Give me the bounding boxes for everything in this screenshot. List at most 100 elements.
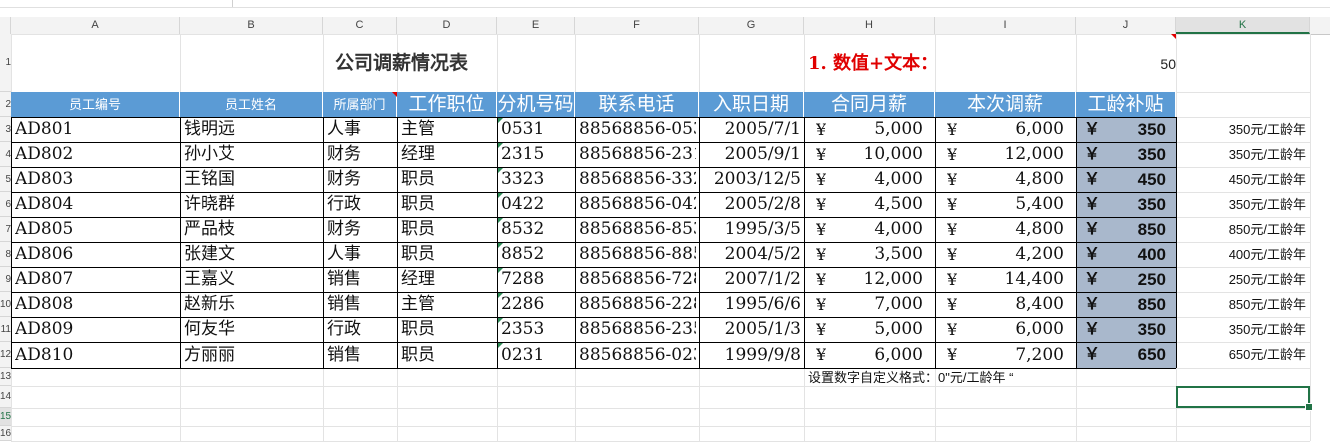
bonus-format-cell[interactable]: 400元/工龄年	[1176, 242, 1308, 267]
column-header-j[interactable]: J	[1076, 17, 1176, 34]
hire-date-cell[interactable]: 1999/9/8	[703, 342, 801, 368]
employee-id-cell[interactable]: AD805	[15, 217, 177, 242]
adjusted-salary-cell[interactable]: 4,200	[965, 242, 1064, 267]
seniority-bonus-cell[interactable]: 350	[1106, 317, 1166, 342]
contract-salary-cell[interactable]: 3,500	[834, 242, 923, 267]
row-header-11[interactable]: 11	[0, 317, 11, 342]
employee-name-cell[interactable]: 钱明远	[184, 117, 320, 142]
employee-name-cell[interactable]: 何友华	[184, 317, 320, 342]
extension-cell[interactable]: 2286	[501, 292, 572, 317]
header-cell[interactable]: 员工编号	[11, 92, 180, 117]
row-header-5[interactable]: 5	[0, 167, 11, 192]
phone-cell[interactable]: 88568856-235	[579, 317, 696, 342]
hire-date-cell[interactable]: 2007/1/2	[703, 267, 801, 292]
position-cell[interactable]: 职员	[401, 217, 494, 242]
row-header-1[interactable]: 1	[0, 34, 11, 92]
hire-date-cell[interactable]: 2005/2/8	[703, 192, 801, 217]
column-header-d[interactable]: D	[397, 17, 497, 34]
contract-salary-cell[interactable]: 7,000	[834, 292, 923, 317]
position-cell[interactable]: 经理	[401, 142, 494, 167]
contract-salary-cell[interactable]: 5,000	[834, 117, 923, 142]
header-cell[interactable]: 工作职位	[397, 92, 497, 117]
cell-j2-value[interactable]: 50	[1076, 34, 1176, 91]
bonus-format-cell[interactable]: 250元/工龄年	[1176, 267, 1308, 292]
header-cell[interactable]: 工龄补贴	[1076, 92, 1176, 117]
phone-cell[interactable]: 88568856-053	[579, 117, 696, 142]
adjusted-salary-cell[interactable]: 7,200	[965, 342, 1064, 368]
header-cell[interactable]: 联系电话	[575, 92, 699, 117]
row-header-10[interactable]: 10	[0, 292, 11, 317]
phone-cell[interactable]: 88568856-228	[579, 292, 696, 317]
custom-format-note[interactable]: 设置数字自定义格式：0"元/工龄年 “	[808, 369, 1013, 387]
row-header-8[interactable]: 8	[0, 242, 11, 267]
header-cell[interactable]: 分机号码	[497, 92, 575, 117]
contract-salary-cell[interactable]: 4,000	[834, 167, 923, 192]
seniority-bonus-cell[interactable]: 350	[1106, 117, 1166, 142]
phone-cell[interactable]: 88568856-332	[579, 167, 696, 192]
row-header-7[interactable]: 7	[0, 217, 11, 242]
adjusted-salary-cell[interactable]: 4,800	[965, 217, 1064, 242]
employee-id-cell[interactable]: AD803	[15, 167, 177, 192]
fill-handle[interactable]	[1305, 403, 1313, 411]
department-cell[interactable]: 财务	[327, 167, 394, 192]
bonus-format-cell[interactable]: 450元/工龄年	[1176, 167, 1308, 192]
department-cell[interactable]: 销售	[327, 267, 394, 292]
employee-id-cell[interactable]: AD809	[15, 317, 177, 342]
seniority-bonus-cell[interactable]: 650	[1106, 342, 1166, 368]
seniority-bonus-cell[interactable]: 850	[1106, 292, 1166, 317]
department-cell[interactable]: 销售	[327, 292, 394, 317]
phone-cell[interactable]: 88568856-042	[579, 192, 696, 217]
header-cell[interactable]: 入职日期	[699, 92, 804, 117]
employee-name-cell[interactable]: 王铭国	[184, 167, 320, 192]
format-note-label[interactable]: 1. 数值+文本：	[808, 34, 938, 91]
hire-date-cell[interactable]: 1995/3/5	[703, 217, 801, 242]
contract-salary-cell[interactable]: 5,000	[834, 317, 923, 342]
row-header-13[interactable]: 13	[0, 368, 11, 386]
seniority-bonus-cell[interactable]: 450	[1106, 167, 1166, 192]
column-header-i[interactable]: I	[935, 17, 1076, 34]
department-cell[interactable]: 行政	[327, 192, 394, 217]
position-cell[interactable]: 职员	[401, 167, 494, 192]
row-header-15[interactable]: 15	[0, 408, 11, 426]
employee-id-cell[interactable]: AD801	[15, 117, 177, 142]
employee-name-cell[interactable]: 严品枝	[184, 217, 320, 242]
employee-name-cell[interactable]: 赵新乐	[184, 292, 320, 317]
bonus-format-cell[interactable]: 350元/工龄年	[1176, 117, 1308, 142]
adjusted-salary-cell[interactable]: 6,000	[965, 117, 1064, 142]
employee-id-cell[interactable]: AD810	[15, 342, 177, 368]
column-header-h[interactable]: H	[804, 17, 935, 34]
phone-cell[interactable]: 88568856-023	[579, 342, 696, 368]
position-cell[interactable]: 职员	[401, 242, 494, 267]
adjusted-salary-cell[interactable]: 6,000	[965, 317, 1064, 342]
employee-name-cell[interactable]: 孙小艾	[184, 142, 320, 167]
seniority-bonus-cell[interactable]: 250	[1106, 267, 1166, 292]
extension-cell[interactable]: 0231	[501, 342, 572, 368]
employee-name-cell[interactable]: 张建文	[184, 242, 320, 267]
department-cell[interactable]: 行政	[327, 317, 394, 342]
phone-cell[interactable]: 88568856-728	[579, 267, 696, 292]
contract-salary-cell[interactable]: 4,500	[834, 192, 923, 217]
adjusted-salary-cell[interactable]: 12,000	[965, 142, 1064, 167]
extension-cell[interactable]: 7288	[501, 267, 572, 292]
bonus-format-cell[interactable]: 650元/工龄年	[1176, 342, 1308, 368]
contract-salary-cell[interactable]: 4,000	[834, 217, 923, 242]
bonus-format-cell[interactable]: 850元/工龄年	[1176, 292, 1308, 317]
row-header-14[interactable]: 14	[0, 386, 11, 408]
hire-date-cell[interactable]: 2005/9/1	[703, 142, 801, 167]
extension-cell[interactable]: 8532	[501, 217, 572, 242]
seniority-bonus-cell[interactable]: 350	[1106, 192, 1166, 217]
bonus-format-cell[interactable]: 850元/工龄年	[1176, 217, 1308, 242]
department-cell[interactable]: 人事	[327, 242, 394, 267]
department-cell[interactable]: 人事	[327, 117, 394, 142]
row-header-4[interactable]: 4	[0, 142, 11, 167]
extension-cell[interactable]: 8852	[501, 242, 572, 267]
bonus-format-cell[interactable]: 350元/工龄年	[1176, 192, 1308, 217]
employee-name-cell[interactable]: 许晓群	[184, 192, 320, 217]
department-cell[interactable]: 财务	[327, 142, 394, 167]
extension-cell[interactable]: 3323	[501, 167, 572, 192]
column-header-a[interactable]: A	[11, 17, 180, 34]
employee-name-cell[interactable]: 方丽丽	[184, 342, 320, 368]
row-header-12[interactable]: 12	[0, 342, 11, 368]
row-header-3[interactable]: 3	[0, 117, 11, 142]
adjusted-salary-cell[interactable]: 8,400	[965, 292, 1064, 317]
